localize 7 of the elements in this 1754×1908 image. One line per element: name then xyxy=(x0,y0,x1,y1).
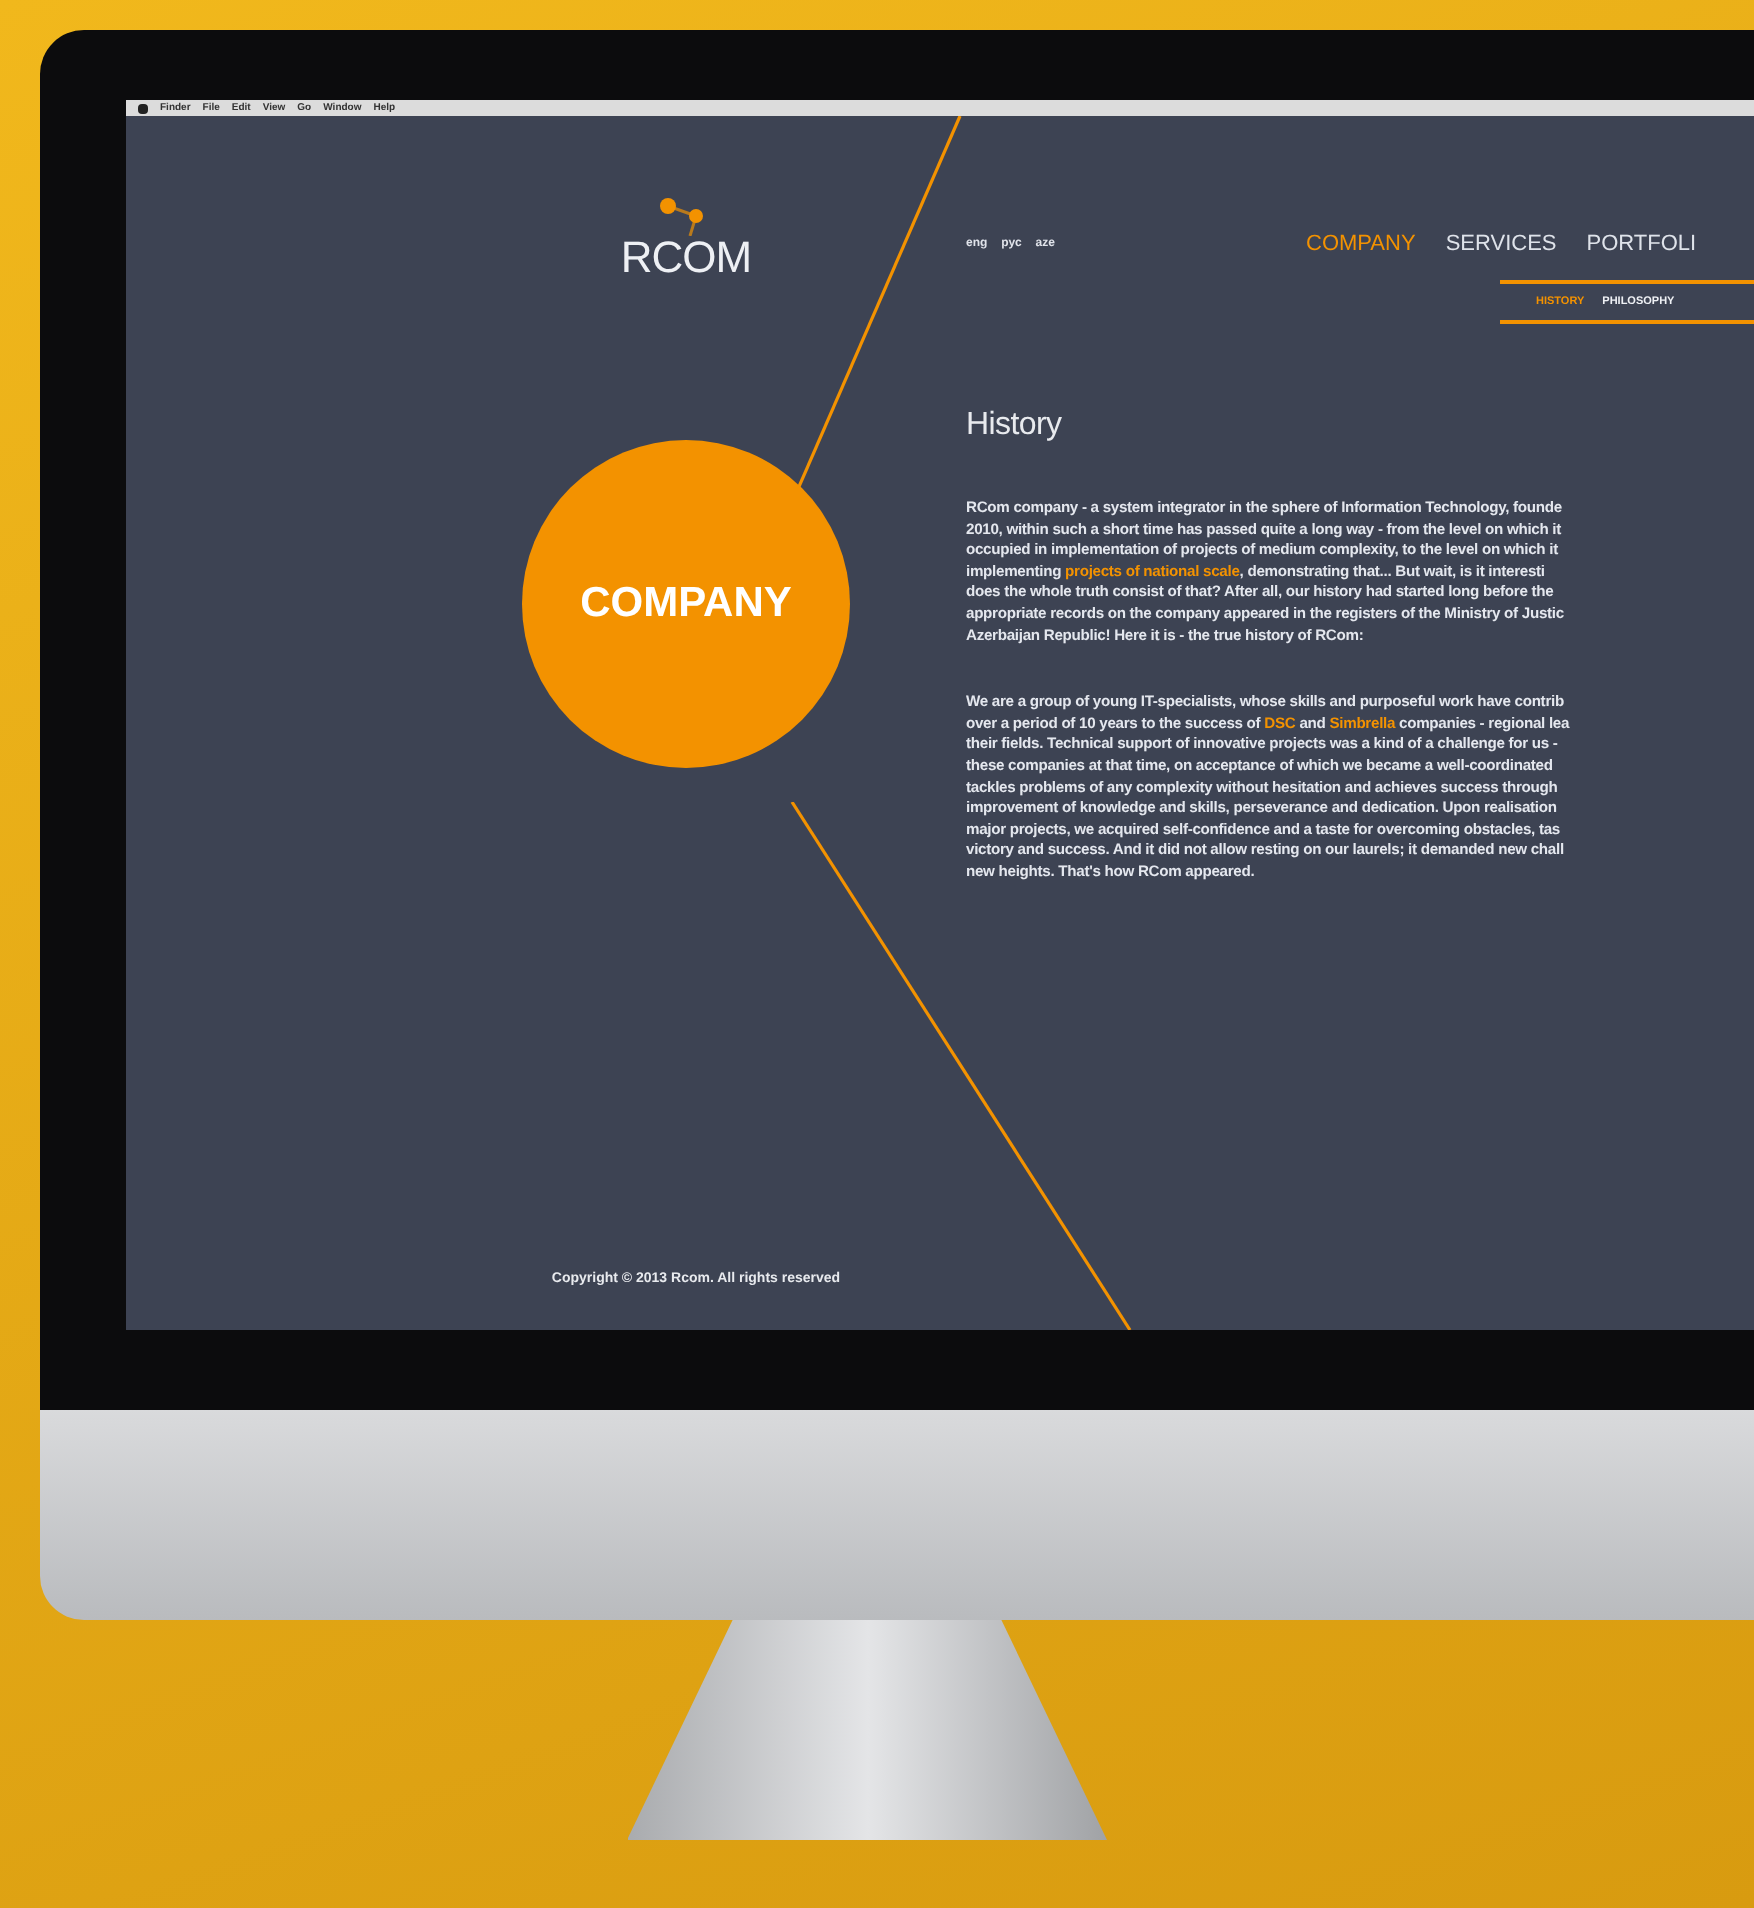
logo-text: RCOM xyxy=(620,236,752,280)
nav-link[interactable]: PORTFOLI xyxy=(1586,232,1697,256)
nav-link[interactable]: SERVICES xyxy=(1445,232,1557,256)
apple-icon[interactable] xyxy=(138,103,148,113)
page-heading: History xyxy=(966,408,1064,444)
nav-link[interactable]: COMPANY xyxy=(1306,232,1416,256)
section-badge: COMPANY xyxy=(522,440,850,768)
